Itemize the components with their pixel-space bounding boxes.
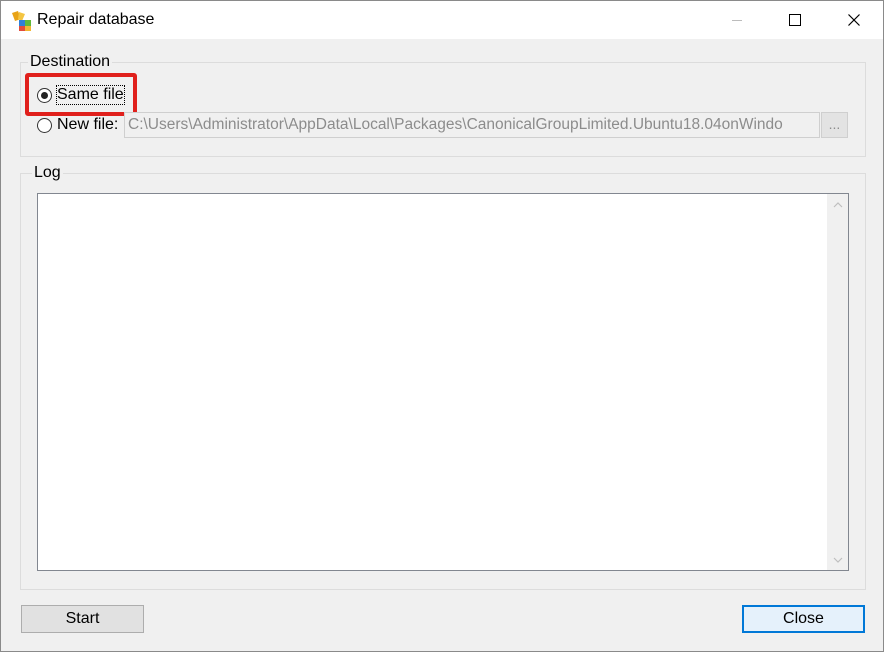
log-legend: Log [32,164,63,182]
close-window-button[interactable] [825,1,883,39]
new-file-path-field[interactable]: C:\Users\Administrator\AppData\Local\Pac… [124,112,820,138]
chevron-up-icon [833,201,842,207]
destination-legend: Destination [28,53,113,71]
minimize-icon [732,20,742,21]
repair-database-app-icon [12,11,31,31]
highlight-box [25,73,137,116]
repair-database-window: Repair database Destination Same file Ne… [0,0,884,652]
close-button[interactable]: Close [742,605,865,633]
close-icon [848,14,860,26]
maximize-icon [789,14,801,26]
chevron-down-icon [833,557,842,563]
new-file-radio[interactable] [37,117,52,133]
log-textbox[interactable] [37,193,849,571]
maximize-button[interactable] [766,1,824,39]
scroll-up-button[interactable] [827,194,848,215]
title-bar[interactable]: Repair database [1,1,883,39]
browse-button[interactable]: ... [821,112,848,138]
destination-group [20,62,866,157]
new-file-label[interactable]: New file: [57,116,118,134]
window-title: Repair database [37,11,155,28]
minimize-button[interactable] [708,1,766,39]
log-scrollbar[interactable] [827,194,848,570]
new-file-option[interactable]: New file: [37,114,118,136]
start-button[interactable]: Start [21,605,144,633]
scroll-down-button[interactable] [827,549,848,570]
